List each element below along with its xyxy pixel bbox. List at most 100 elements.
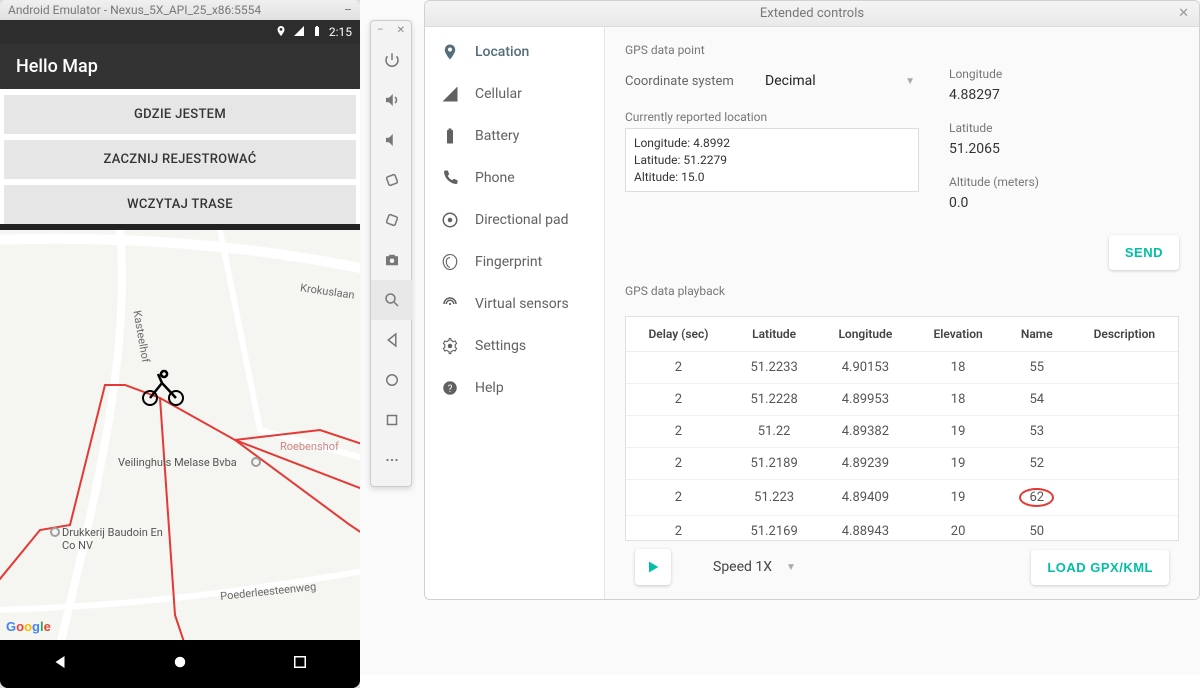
sidebar-item-settings[interactable]: Settings [425,325,604,367]
battery-icon [311,25,323,40]
sidebar-item-sensors[interactable]: Virtual sensors [425,283,604,325]
latitude-input[interactable]: 51.2065 [949,139,1179,159]
table-row[interactable]: 251.2234.894091962 [626,480,1178,516]
back-icon[interactable] [51,653,69,675]
table-cell: 2 [626,480,731,516]
load-gpx-button[interactable]: LOAD GPX/KML [1031,550,1169,585]
table-cell: 62 [1003,480,1071,516]
button-column: GDZIE JESTEM ZACZNIJ REJESTROWAĆ WCZYTAJ… [0,89,360,224]
table-cell: 18 [913,384,1002,416]
column-header[interactable]: Name [1003,317,1071,352]
start-recording-button[interactable]: ZACZNIJ REJESTROWAĆ [4,140,356,179]
sidebar-item-fingerprint[interactable]: Fingerprint [425,241,604,283]
table-cell: 51.2169 [731,516,817,542]
column-header[interactable]: Longitude [817,317,913,352]
battery-icon [441,127,459,145]
table-cell: 2 [626,352,731,384]
power-button[interactable] [371,40,413,80]
location-panel: GPS data point Coordinate system Decimal… [605,27,1199,599]
gps-point-heading: GPS data point [625,43,1179,57]
column-header[interactable]: Elevation [913,317,1002,352]
table-row[interactable]: 251.22284.899531854 [626,384,1178,416]
table-cell: 54 [1003,384,1071,416]
location-icon [275,25,287,40]
back-button[interactable] [371,320,413,360]
emulator-window: Android Emulator - Nexus_5X_API_25_x86:5… [0,0,360,688]
overview-button[interactable] [371,400,413,440]
table-cell: 20 [913,516,1002,542]
home-button[interactable] [371,360,413,400]
sidebar-item-label: Battery [475,128,519,144]
column-header[interactable]: Latitude [731,317,817,352]
sidebar-item-label: Cellular [475,86,522,102]
sidebar-item-cellular[interactable]: Cellular [425,73,604,115]
sidebar-item-label: Fingerprint [475,254,542,270]
speed-value: Speed 1X [713,559,772,575]
sidebar-item-help[interactable]: ?Help [425,367,604,409]
settings-icon [441,337,459,355]
sidebar-item-battery[interactable]: Battery [425,115,604,157]
table-cell: 18 [913,352,1002,384]
table-cell: 4.89953 [817,384,913,416]
volume-up-button[interactable] [371,80,413,120]
overview-icon[interactable] [291,653,309,675]
table-cell: 19 [913,448,1002,480]
dpad-icon [441,211,459,229]
volume-down-button[interactable] [371,120,413,160]
phone-frame: 2:15 Hello Map GDZIE JESTEM ZACZNIJ REJE… [0,20,360,688]
minimize-icon[interactable]: – [377,25,384,36]
location-icon [441,43,459,61]
load-route-button[interactable]: WCZYTAJ TRASE [4,185,356,224]
more-button[interactable] [371,440,413,480]
rotate-left-button[interactable] [371,160,413,200]
status-time: 2:15 [329,25,352,39]
table-cell: 51.2189 [731,448,817,480]
table-row[interactable]: 251.21694.889432050 [626,516,1178,542]
table-cell: 51.2228 [731,384,817,416]
table-row[interactable]: 251.224.893821953 [626,416,1178,448]
sidebar-item-phone[interactable]: Phone [425,157,604,199]
app-bar: Hello Map [0,44,360,89]
table-cell: 4.88943 [817,516,913,542]
send-button[interactable]: SEND [1109,235,1179,270]
play-button[interactable] [635,549,671,585]
minimize-icon[interactable]: – [344,0,352,20]
longitude-input[interactable]: 4.88297 [949,85,1179,105]
help-icon: ? [441,379,459,397]
map-canvas [0,230,360,640]
rotate-right-button[interactable] [371,200,413,240]
sidebar-item-dpad[interactable]: Directional pad [425,199,604,241]
emulator-toolbar: – ✕ [370,20,412,487]
table-cell [1071,516,1178,542]
close-icon[interactable]: ✕ [397,25,405,36]
home-icon[interactable] [171,653,189,675]
extended-controls-sidebar: Location Cellular Battery Phone Directional … [425,27,605,599]
zoom-button[interactable] [371,280,413,320]
table-cell: 53 [1003,416,1071,448]
android-statusbar: 2:15 [0,20,360,44]
table-row[interactable]: 251.21894.892391952 [626,448,1178,480]
speed-select[interactable]: Speed 1X ▼ [701,553,808,581]
map-view[interactable]: Krokuslaan Kasteelhof Roebenshof Veiling… [0,230,360,640]
sidebar-item-label: Virtual sensors [475,296,569,312]
sidebar-item-label: Directional pad [475,212,569,228]
close-icon[interactable]: ✕ [1178,1,1189,27]
table-cell: 55 [1003,352,1071,384]
where-am-i-button[interactable]: GDZIE JESTEM [4,95,356,134]
column-header[interactable]: Description [1071,317,1178,352]
table-cell [1071,384,1178,416]
extended-controls-title: Extended controls [760,6,864,21]
extended-controls-titlebar[interactable]: Extended controls ✕ [425,1,1199,27]
screenshot-button[interactable] [371,240,413,280]
coord-system-select[interactable]: Decimal ▼ [765,67,915,96]
table-cell: 51.223 [731,480,817,516]
altitude-input[interactable]: 0.0 [949,193,1179,213]
reported-location-label: Currently reported location [625,110,919,124]
playback-heading: GPS data playback [625,284,1179,298]
emulator-titlebar[interactable]: Android Emulator - Nexus_5X_API_25_x86:5… [0,0,360,20]
table-row[interactable]: 251.22334.901531855 [626,352,1178,384]
sidebar-item-location[interactable]: Location [425,31,604,73]
table-cell: 4.89239 [817,448,913,480]
column-header[interactable]: Delay (sec) [626,317,731,352]
latitude-label: Latitude [949,121,1179,135]
